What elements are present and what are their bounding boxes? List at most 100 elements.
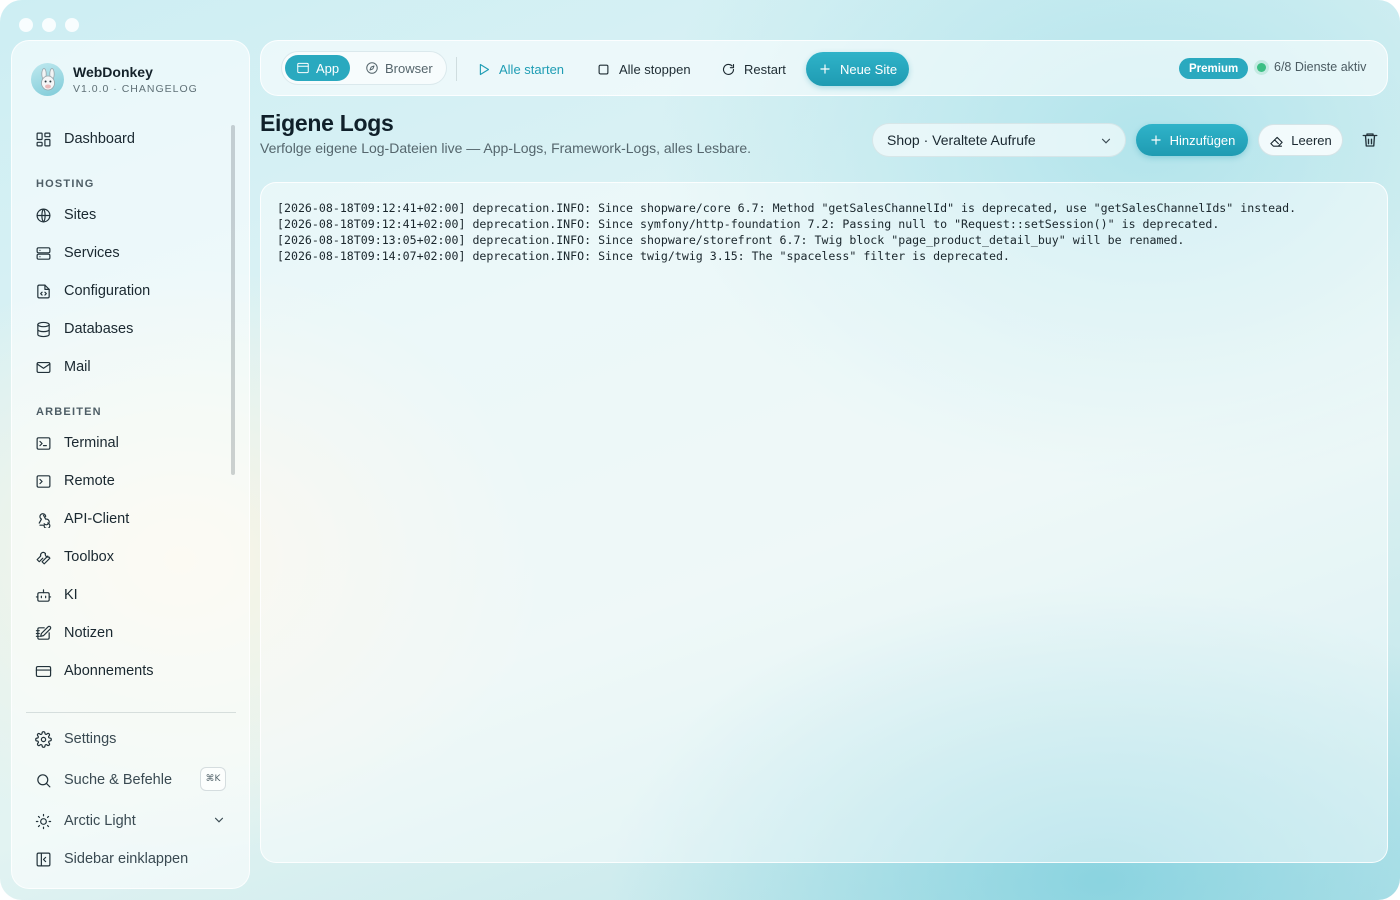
square-icon (598, 64, 609, 74)
trash-icon (1362, 133, 1378, 147)
delete-log-button[interactable] (1361, 131, 1379, 149)
sidebar-item-search[interactable]: Suche & Befehle (34, 765, 172, 795)
premium-badge: Premium (1179, 58, 1249, 79)
log-source-select[interactable]: Shop · Veraltete Aufrufe (872, 123, 1126, 157)
sidebar-item-label: Mail (64, 359, 91, 375)
sidebar-item-label: Configuration (64, 283, 151, 299)
sidebar-item-remote[interactable]: Remote (34, 466, 115, 496)
sidebar-item-api-client[interactable]: API-Client (34, 504, 129, 534)
sidebar-item-terminal[interactable]: Terminal (34, 428, 119, 458)
sidebar-item-ki[interactable]: KI (34, 580, 78, 610)
credit-card-icon (34, 662, 52, 680)
app-version-changelog[interactable]: V1.0.0 · CHANGELOG (73, 83, 198, 95)
view-mode-toggle: App Browser (281, 51, 447, 85)
new-site-label: Neue Site (839, 61, 898, 77)
clear-log-label: Leeren (1291, 132, 1332, 148)
log-line: [2026-08-18T09:13:05+02:00] deprecation.… (277, 233, 1185, 247)
chevron-down-icon[interactable] (212, 813, 226, 832)
page-subtitle: Verfolge eigene Log-Dateien live — App-L… (260, 140, 752, 156)
sidebar-item-label: Settings (64, 731, 117, 747)
log-line: [2026-08-18T09:12:41+02:00] deprecation.… (277, 201, 1297, 215)
bot-icon (34, 586, 52, 604)
sidebar-item-services[interactable]: Services (34, 238, 120, 268)
compass-icon (366, 62, 378, 74)
file-code-icon (34, 282, 52, 300)
collapse-sidebar-button[interactable]: Sidebar einklappen (34, 844, 188, 874)
sidebar-item-label: Sidebar einklappen (64, 851, 189, 867)
view-browser-button[interactable]: Browser (354, 55, 444, 81)
sidebar-item-label: Terminal (64, 435, 119, 451)
view-browser-label: Browser (385, 60, 433, 76)
mail-icon (34, 358, 52, 376)
log-line: [2026-08-18T09:14:07+02:00] deprecation.… (277, 249, 1010, 263)
wrench-icon (34, 548, 52, 566)
eraser-icon (1270, 136, 1283, 147)
remote-terminal-icon (34, 472, 52, 490)
sidebar-item-label: Sites (64, 207, 97, 223)
sidebar-item-toolbox[interactable]: Toolbox (34, 542, 114, 572)
toolbar-divider (456, 57, 457, 81)
rotate-icon (723, 63, 735, 75)
sidebar-item-mail[interactable]: Mail (34, 352, 91, 382)
server-icon (34, 244, 52, 262)
chevron-down-icon (1099, 134, 1113, 151)
sidebar-item-dashboard[interactable]: Dashboard (34, 124, 135, 154)
sidebar-item-label: Abonnements (64, 663, 154, 679)
log-output-panel[interactable]: [2026-08-18T09:12:41+02:00] deprecation.… (260, 182, 1388, 863)
sidebar-item-label: Databases (64, 321, 134, 337)
sidebar-item-label: Dashboard (64, 131, 135, 147)
view-app-label: App (316, 60, 340, 76)
globe-icon (34, 206, 52, 224)
gear-icon (34, 730, 52, 748)
add-log-button[interactable]: Hinzufügen (1136, 124, 1248, 156)
sidebar-item-sites[interactable]: Sites (34, 200, 96, 230)
close-window-button[interactable] (19, 18, 33, 32)
clear-log-button[interactable]: Leeren (1258, 124, 1343, 156)
sidebar-item-label: Toolbox (64, 549, 114, 565)
page-title: Eigene Logs (260, 110, 394, 136)
theme-selector[interactable]: Arctic Light (34, 806, 136, 836)
sidebar-item-label: Remote (64, 473, 115, 489)
services-status: 6/8 Dienste aktiv (1257, 60, 1366, 74)
stop-all-label: Alle stoppen (619, 61, 691, 77)
view-app-button[interactable]: App (285, 55, 351, 81)
restart-button[interactable]: Restart (721, 54, 786, 84)
database-icon (34, 320, 52, 338)
app-name: WebDonkey (73, 64, 153, 80)
terminal-icon (34, 434, 52, 452)
sidebar-item-settings[interactable]: Settings (34, 724, 116, 754)
start-all-button[interactable]: Alle starten (476, 54, 564, 84)
log-line: [2026-08-18T09:12:41+02:00] deprecation.… (277, 217, 1220, 231)
app-window: WebDonkey V1.0.0 · CHANGELOG Dashboard H… (0, 0, 1400, 900)
sidebar-item-notizen[interactable]: Notizen (34, 618, 113, 648)
search-shortcut-badge: ⌘K (200, 767, 226, 791)
restart-label: Restart (744, 61, 786, 77)
play-icon (479, 63, 490, 75)
notebook-pen-icon (34, 624, 52, 642)
minimize-window-button[interactable] (42, 18, 56, 32)
stop-all-button[interactable]: Alle stoppen (596, 54, 691, 84)
webhook-icon (34, 510, 52, 528)
sidebar-item-label: Suche & Befehle (64, 772, 173, 788)
donkey-logo-icon (31, 63, 64, 96)
theme-label: Arctic Light (64, 813, 136, 829)
app-window-icon (297, 62, 309, 74)
sidebar-scrollbar[interactable] (231, 125, 235, 475)
selected-log-label: Shop · Veraltete Aufrufe (887, 132, 1036, 148)
sidebar-item-label: Services (64, 245, 120, 261)
brand[interactable]: WebDonkey V1.0.0 · CHANGELOG (31, 63, 198, 96)
search-icon (34, 771, 52, 789)
sidebar-item-abonnements[interactable]: Abonnements (34, 656, 153, 686)
maximize-window-button[interactable] (65, 18, 79, 32)
top-toolbar: App Browser Alle starten Alle stoppen Re… (260, 40, 1388, 96)
start-all-label: Alle starten (499, 61, 565, 77)
sidebar: WebDonkey V1.0.0 · CHANGELOG Dashboard H… (11, 40, 250, 889)
sidebar-item-label: API-Client (64, 511, 130, 527)
sidebar-item-configuration[interactable]: Configuration (34, 276, 150, 306)
sidebar-item-databases[interactable]: Databases (34, 314, 133, 344)
sidebar-divider (26, 712, 236, 713)
new-site-button[interactable]: Neue Site (806, 52, 909, 86)
window-controls (19, 18, 79, 32)
services-status-text: 6/8 Dienste aktiv (1274, 60, 1367, 74)
status-dot-icon (1257, 62, 1266, 72)
